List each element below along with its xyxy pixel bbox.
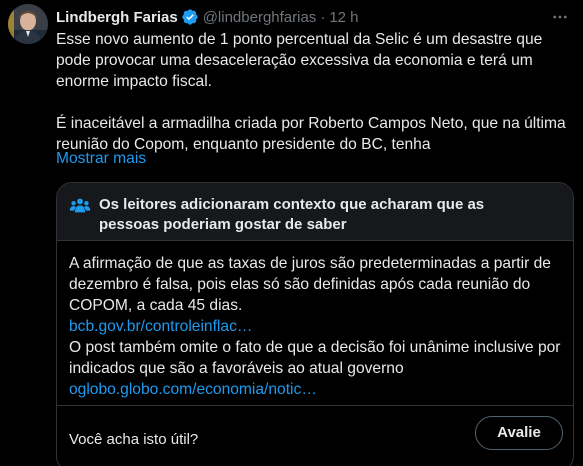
community-note-footer: Você acha isto útil? Avalie <box>57 405 573 466</box>
tweet: Lindbergh Farias @lindberghfarias · 12 h… <box>0 0 583 466</box>
community-note-header: Os leitores adicionaram contexto que ach… <box>57 183 573 241</box>
note-paragraph: O post também omite o fato de que a deci… <box>69 339 561 377</box>
tweet-header: Lindbergh Farias @lindberghfarias · 12 h <box>56 6 571 28</box>
community-note-body: A afirmação de que as taxas de juros são… <box>57 241 573 400</box>
note-paragraph: A afirmação de que as taxas de juros são… <box>69 255 551 314</box>
avatar-image <box>8 4 48 44</box>
timestamp[interactable]: 12 h <box>329 9 358 26</box>
show-more-link[interactable]: Mostrar mais <box>56 148 146 169</box>
separator-dot: · <box>320 8 326 26</box>
community-note: Os leitores adicionaram contexto que ach… <box>56 182 574 466</box>
author-name[interactable]: Lindbergh Farias <box>56 9 178 26</box>
people-icon <box>69 195 91 217</box>
helpful-question: Você acha isto útil? <box>69 431 199 448</box>
avatar[interactable] <box>8 4 48 44</box>
verified-badge-icon <box>181 8 199 26</box>
tweet-text: Esse novo aumento de 1 ponto percentual … <box>56 29 576 155</box>
more-options-icon[interactable] <box>549 6 571 28</box>
author-handle[interactable]: @lindberghfarias <box>203 9 317 26</box>
rate-button[interactable]: Avalie <box>475 415 563 450</box>
note-source-link[interactable]: oglobo.globo.com/economia/notic… <box>69 379 561 400</box>
note-source-link[interactable]: bcb.gov.br/controleinflac… <box>69 316 561 337</box>
community-note-title: Os leitores adicionaram contexto que ach… <box>99 196 485 233</box>
tweet-paragraph: Esse novo aumento de 1 ponto percentual … <box>56 31 543 90</box>
